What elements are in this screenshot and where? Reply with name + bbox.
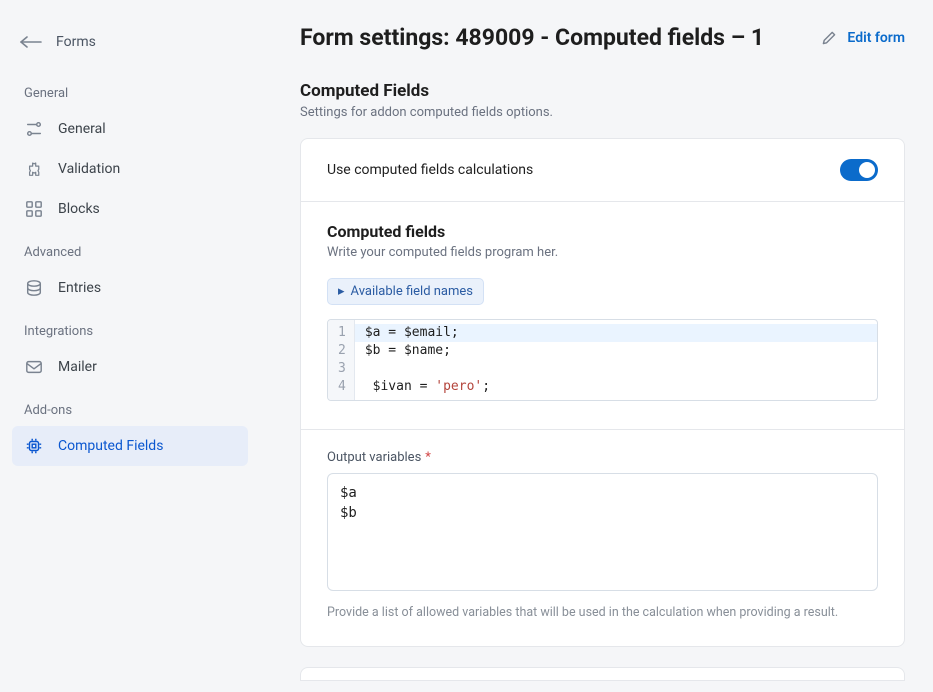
mail-icon <box>24 357 44 377</box>
sidebar-item-validation[interactable]: Validation <box>12 149 248 189</box>
arrow-left-icon <box>20 35 42 49</box>
sidebar-item-blocks[interactable]: Blocks <box>12 189 248 229</box>
use-computed-toggle[interactable] <box>840 159 878 181</box>
grid-icon <box>24 199 44 219</box>
code-content[interactable]: $a = $email; $b = $name; $ivan = 'pero'; <box>355 320 877 400</box>
sidebar-group-integrations: Integrations Mailer <box>12 318 248 387</box>
sidebar: Forms General General Validation Blocks … <box>0 0 260 692</box>
output-label-row: Output variables * <box>327 450 878 465</box>
triangle-right-icon: ▸ <box>338 284 345 299</box>
output-help-text: Provide a list of allowed variables that… <box>327 605 878 620</box>
sliders-icon <box>24 119 44 139</box>
database-icon <box>24 278 44 298</box>
toggle-label: Use computed fields calculations <box>327 162 533 178</box>
code-line <box>365 360 867 378</box>
output-label: Output variables <box>327 450 421 465</box>
code-line: $b = $name; <box>365 342 867 360</box>
output-variables-block: Output variables * Provide a list of all… <box>301 429 904 646</box>
main-content: Form settings: 489009 - Computed fields … <box>260 0 933 692</box>
code-gutter: 1234 <box>328 320 355 400</box>
sidebar-heading: General <box>12 80 248 107</box>
header-row: Form settings: 489009 - Computed fields … <box>300 24 905 51</box>
pencil-icon <box>819 28 839 48</box>
next-card-peek <box>300 667 905 681</box>
back-label: Forms <box>56 34 96 50</box>
computed-fields-block: Computed fields Write your computed fiel… <box>301 202 904 429</box>
page-title: Form settings: 489009 - Computed fields … <box>300 24 764 51</box>
edit-form-label: Edit form <box>847 30 905 46</box>
sidebar-item-mailer[interactable]: Mailer <box>12 347 248 387</box>
toggle-row: Use computed fields calculations <box>301 139 904 202</box>
sidebar-item-label: Entries <box>58 280 101 296</box>
sidebar-heading: Advanced <box>12 239 248 266</box>
sidebar-item-label: Computed Fields <box>58 438 163 454</box>
puzzle-icon <box>24 159 44 179</box>
code-line: $a = $email; <box>355 324 877 342</box>
sidebar-heading: Integrations <box>12 318 248 345</box>
section-subtitle: Settings for addon computed fields optio… <box>300 105 905 120</box>
computed-title: Computed fields <box>327 222 878 241</box>
sidebar-item-entries[interactable]: Entries <box>12 268 248 308</box>
sidebar-item-label: Validation <box>58 161 120 177</box>
code-line: $ivan = 'pero'; <box>365 378 867 396</box>
required-indicator: * <box>425 450 431 465</box>
sidebar-item-label: Mailer <box>58 359 97 375</box>
sidebar-item-label: Blocks <box>58 201 100 217</box>
sidebar-group-addons: Add-ons Computed Fields <box>12 397 248 466</box>
sidebar-group-general: General General Validation Blocks <box>12 80 248 229</box>
sidebar-group-advanced: Advanced Entries <box>12 239 248 308</box>
available-field-names-chip[interactable]: ▸ Available field names <box>327 278 484 305</box>
sidebar-heading: Add-ons <box>12 397 248 424</box>
sidebar-item-general[interactable]: General <box>12 109 248 149</box>
back-button[interactable]: Forms <box>12 28 248 56</box>
sidebar-item-computed-fields[interactable]: Computed Fields <box>12 426 248 466</box>
chip-icon <box>24 436 44 456</box>
chip-label: Available field names <box>351 284 473 299</box>
section-title: Computed Fields <box>300 81 905 101</box>
code-editor[interactable]: 1234 $a = $email; $b = $name; $ivan = 'p… <box>327 319 878 401</box>
output-variables-textarea[interactable] <box>327 473 878 591</box>
computed-subtitle: Write your computed fields program her. <box>327 245 878 260</box>
edit-form-button[interactable]: Edit form <box>819 28 905 48</box>
settings-card: Use computed fields calculations Compute… <box>300 138 905 647</box>
sidebar-item-label: General <box>58 121 106 137</box>
